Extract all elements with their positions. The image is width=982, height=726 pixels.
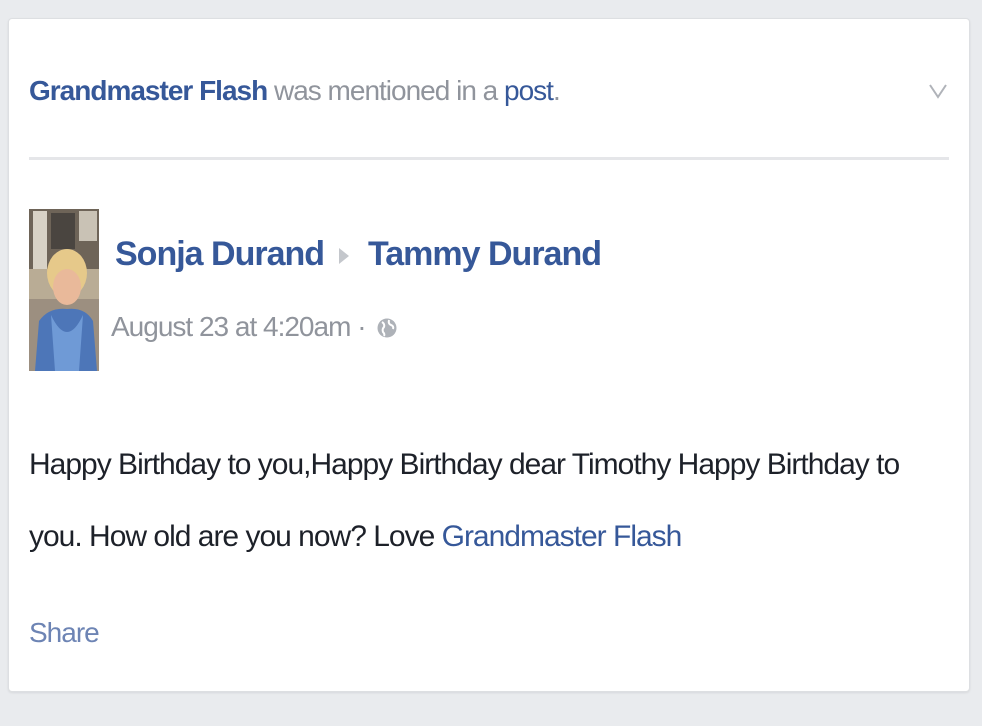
mention-link[interactable]: Grandmaster Flash	[442, 520, 683, 553]
story-context: Grandmaster Flash was mentioned in a pos…	[29, 71, 561, 111]
avatar-photo	[29, 209, 99, 371]
divider	[29, 157, 949, 160]
chevron-down-icon[interactable]	[927, 79, 949, 101]
timestamp-link[interactable]: August 23 at 4:20am	[111, 311, 351, 342]
context-period: .	[552, 75, 561, 106]
story-card: Grandmaster Flash was mentioned in a pos…	[8, 18, 970, 692]
post-header: Sonja Durand Tammy Durand	[115, 231, 602, 277]
target-profile-link[interactable]: Tammy Durand	[368, 235, 602, 273]
meta-separator: ·	[357, 311, 366, 342]
avatar[interactable]	[29, 209, 99, 371]
triangle-right-icon	[339, 248, 350, 265]
author-link[interactable]: Sonja Durand	[115, 235, 325, 273]
share-link[interactable]: Share	[29, 613, 100, 653]
mentioned-profile-link[interactable]: Grandmaster Flash	[29, 75, 268, 106]
post-link[interactable]: post	[504, 75, 554, 106]
post-meta: August 23 at 4:20am ·	[111, 307, 398, 347]
globe-icon[interactable]	[376, 317, 398, 339]
post-body: Happy Birthday to you,Happy Birthday dea…	[29, 429, 934, 573]
context-text: was mentioned in a	[273, 75, 498, 106]
